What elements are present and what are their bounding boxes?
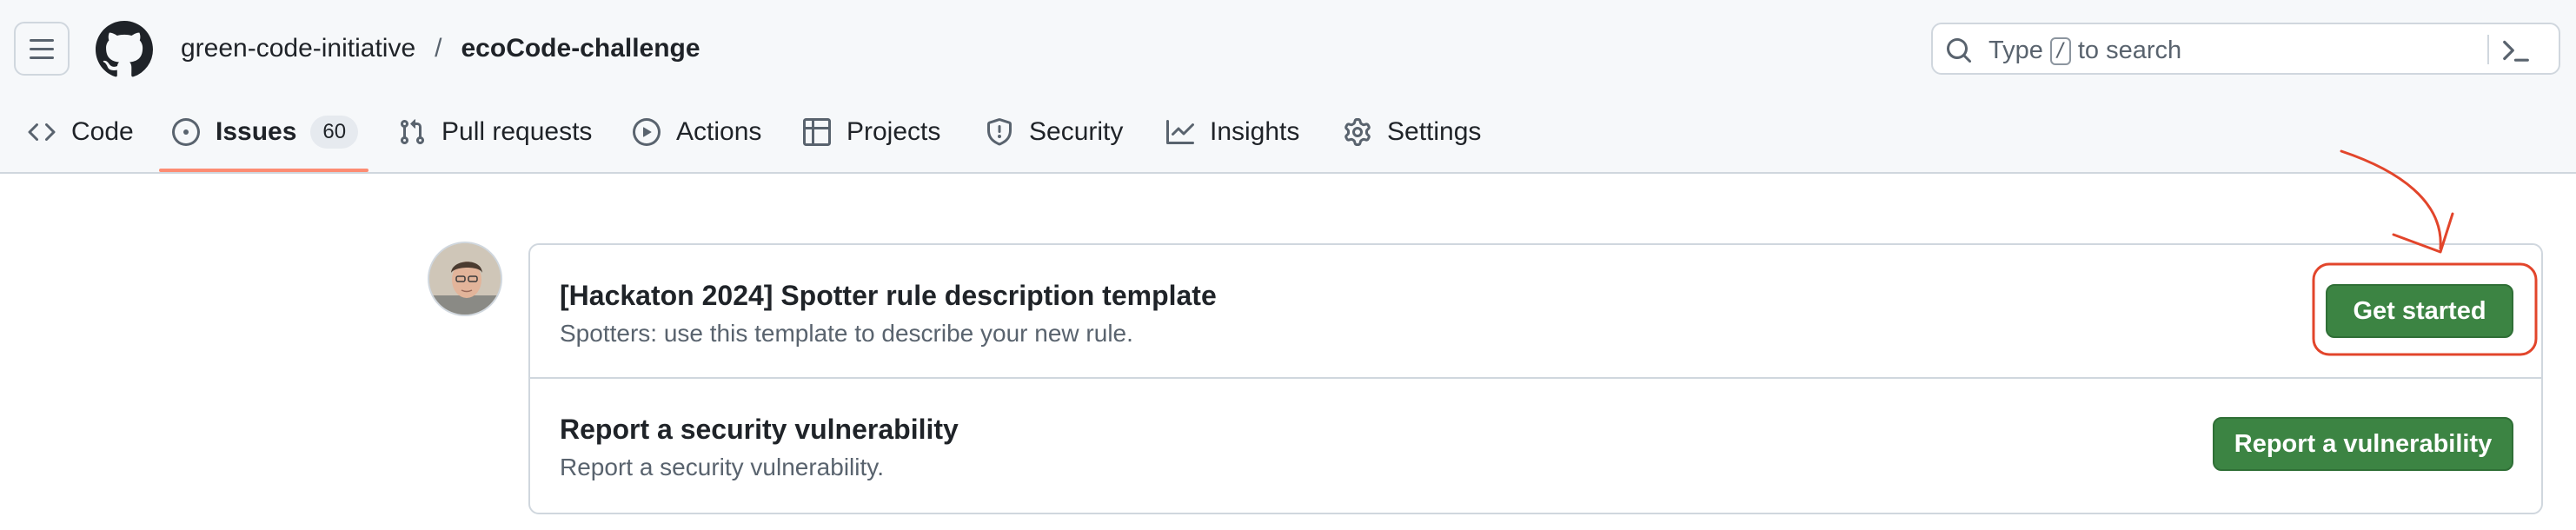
shield-icon — [987, 118, 1012, 146]
command-palette-icon[interactable] — [2501, 36, 2531, 65]
table-icon — [803, 118, 831, 146]
template-title: Report a security vulnerability — [560, 414, 959, 445]
search-input[interactable]: Type / to search — [1931, 23, 2560, 75]
get-started-button[interactable]: Get started — [2326, 284, 2513, 338]
slash-key-hint: / — [2049, 36, 2071, 65]
issue-template-list: [Hackaton 2024] Spotter rule description… — [528, 243, 2543, 514]
tab-settings[interactable]: Settings — [1344, 103, 1481, 162]
tab-code[interactable]: Code — [28, 103, 134, 162]
graph-icon — [1166, 120, 1194, 144]
repo-name-link[interactable]: ecoCode-challenge — [461, 34, 700, 63]
report-vulnerability-button[interactable]: Report a vulnerability — [2213, 417, 2513, 471]
repo-owner-link[interactable]: green-code-initiative — [181, 34, 415, 63]
search-placeholder: Type / to search — [1988, 36, 2182, 65]
app-header: green-code-initiative / ecoCode-challeng… — [0, 0, 2576, 174]
template-description: Spotters: use this template to describe … — [560, 320, 1133, 347]
code-icon — [28, 123, 56, 142]
template-row-security: Report a security vulnerability Report a… — [530, 379, 2541, 513]
tab-projects[interactable]: Projects — [803, 103, 940, 162]
avatar[interactable] — [428, 242, 502, 316]
tab-pull-requests[interactable]: Pull requests — [398, 103, 592, 162]
template-row-spotter: [Hackaton 2024] Spotter rule description… — [530, 245, 2541, 379]
active-tab-indicator — [159, 169, 368, 172]
menu-icon — [30, 38, 54, 42]
search-divider — [2487, 35, 2489, 64]
tab-actions[interactable]: Actions — [633, 103, 761, 162]
git-pull-request-icon — [400, 119, 425, 145]
play-icon — [633, 118, 661, 146]
issues-count-badge: 60 — [310, 116, 359, 149]
template-description: Report a security vulnerability. — [560, 454, 884, 480]
tab-issues[interactable]: Issues 60 — [172, 103, 359, 162]
tab-security[interactable]: Security — [986, 103, 1123, 162]
template-title: [Hackaton 2024] Spotter rule description… — [560, 280, 1217, 311]
user-photo — [429, 243, 501, 315]
gear-icon — [1344, 118, 1371, 146]
search-icon — [1947, 38, 1972, 63]
breadcrumb-separator: / — [435, 34, 442, 63]
hamburger-menu-button[interactable] — [14, 22, 70, 76]
issue-opened-icon — [172, 118, 200, 146]
breadcrumb: green-code-initiative / ecoCode-challeng… — [181, 31, 700, 66]
tab-insights[interactable]: Insights — [1166, 103, 1299, 162]
repo-tab-nav: Code Issues 60 Pull requests Actions Pro… — [0, 103, 2576, 174]
github-logo-icon[interactable] — [96, 21, 153, 78]
